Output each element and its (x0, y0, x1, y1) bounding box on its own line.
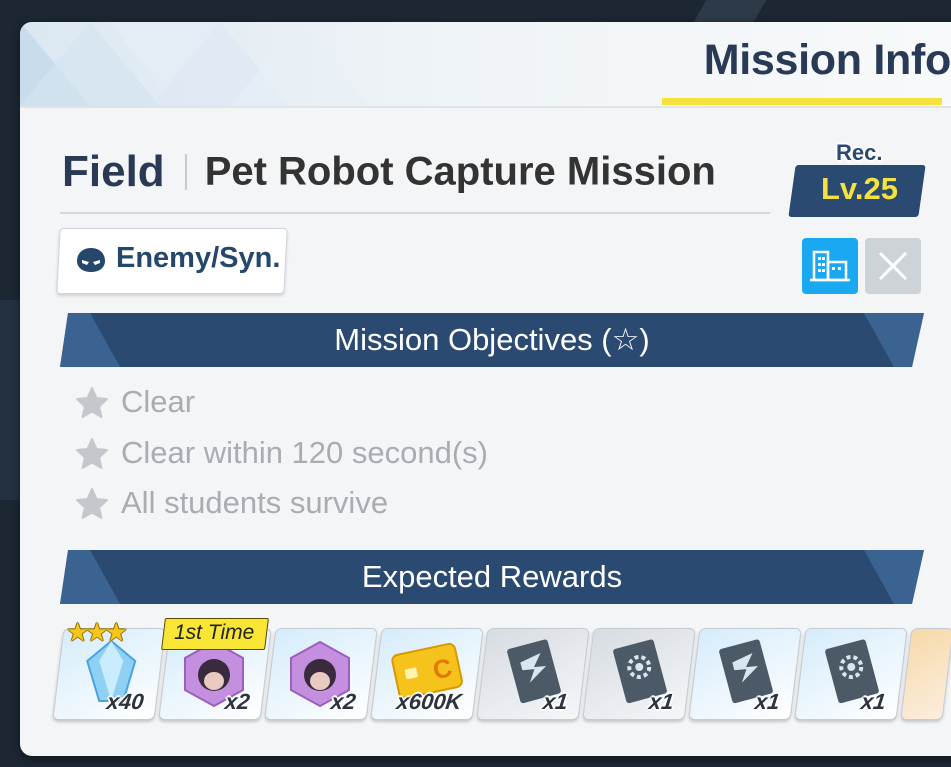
reward-quantity: x40 (105, 689, 146, 714)
stage-area: Field (62, 147, 165, 196)
star-icon (76, 438, 108, 469)
reward-item[interactable]: C x600K (370, 628, 484, 720)
stage-name: Pet Robot Capture Mission (204, 149, 716, 194)
close-icon (878, 251, 908, 281)
background-shard (693, 0, 767, 22)
reward-quantity: x2 (329, 689, 358, 714)
stage-divider (60, 212, 770, 214)
recommended-level: Lv.25 (821, 171, 898, 206)
reward-item[interactable]: x1 (476, 628, 590, 720)
reward-item[interactable]: x2 (264, 628, 378, 720)
enemy-mask-icon (77, 248, 105, 272)
terrain-button[interactable] (802, 238, 858, 294)
stage-title-row: Field Pet Robot Capture Mission (62, 147, 716, 197)
rewards-header: Expected Rewards (60, 550, 924, 604)
objectives-title: Mission Objectives (☆) (334, 322, 650, 357)
star-icon (76, 488, 108, 519)
objective-label: Clear (121, 384, 196, 419)
background-shard (0, 300, 20, 500)
reward-quantity: x600K (395, 689, 464, 714)
reward-item[interactable]: x1 (794, 628, 908, 720)
close-button[interactable] (865, 238, 921, 294)
reward-quantity: x2 (223, 689, 252, 714)
star-icon (76, 387, 108, 418)
title-underline (662, 98, 942, 105)
reward-quantity: x1 (859, 689, 888, 714)
stage-separator (184, 154, 187, 190)
first-time-label: 1st Time (174, 621, 255, 644)
reward-quantity: x1 (647, 689, 676, 714)
reward-quantity: x1 (753, 689, 782, 714)
objective-label: Clear within 120 second(s) (121, 435, 489, 470)
objective-label: All students survive (121, 485, 389, 520)
reward-item[interactable]: x1 (582, 628, 696, 720)
panel-title: Mission Info (703, 36, 951, 84)
enemy-type-label: Enemy/Syn. (116, 242, 281, 274)
header-triangle-pattern (20, 22, 370, 106)
rewards-title: Expected Rewards (361, 559, 623, 594)
objectives-header: Mission Objectives (☆) (60, 313, 924, 367)
rarity-stars: ★★★ (66, 618, 128, 648)
reward-quantity: x1 (541, 689, 570, 714)
urban-terrain-icon (810, 250, 850, 282)
recommended-label: Rec. (836, 140, 883, 165)
reward-item[interactable]: x1 (688, 628, 802, 720)
